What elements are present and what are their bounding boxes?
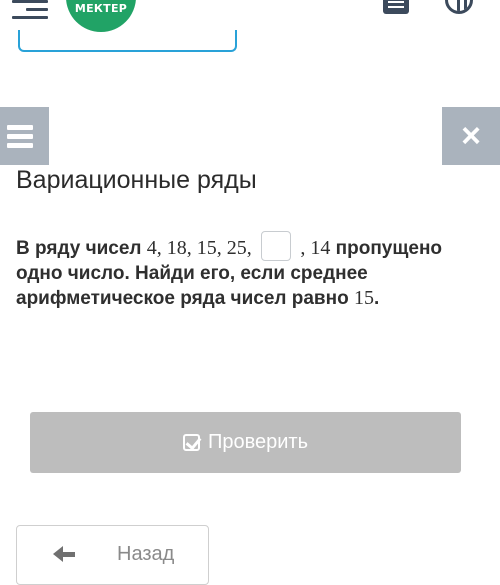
arrow-left-icon [53, 546, 75, 562]
close-button[interactable]: × [442, 107, 500, 165]
task-text: В ряду чисел 4, 18, 15, 25, , 14 пропуще… [16, 230, 476, 311]
menu-icon[interactable] [12, 0, 48, 20]
task-numbers-before: 4, 18, 15, 25, [146, 237, 252, 259]
list-icon[interactable] [383, 0, 409, 14]
page-title: Вариационные ряды [16, 166, 257, 194]
back-label: Назад [117, 543, 175, 565]
logo[interactable]: МЕКТЕР [66, 0, 136, 32]
menu-pill[interactable] [18, 30, 237, 52]
task-mean-value: 15 [353, 287, 374, 309]
close-icon: × [461, 117, 481, 155]
globe-icon[interactable] [445, 0, 473, 14]
top-bar: МЕКТЕР [0, 0, 500, 60]
hamburger-icon [7, 125, 33, 130]
task-lead: В ряду чисел [16, 238, 142, 259]
task-numbers-after: , 14 [300, 237, 331, 259]
checkbox-icon [182, 434, 200, 451]
back-button[interactable]: Назад [16, 525, 209, 585]
sidebar-toggle-button[interactable] [0, 107, 49, 165]
check-label: Проверить [207, 431, 309, 453]
logo-text: МЕКТЕР [74, 2, 128, 15]
check-button[interactable]: Проверить [30, 412, 461, 473]
task-end: . [373, 288, 380, 309]
answer-input[interactable] [261, 230, 292, 261]
